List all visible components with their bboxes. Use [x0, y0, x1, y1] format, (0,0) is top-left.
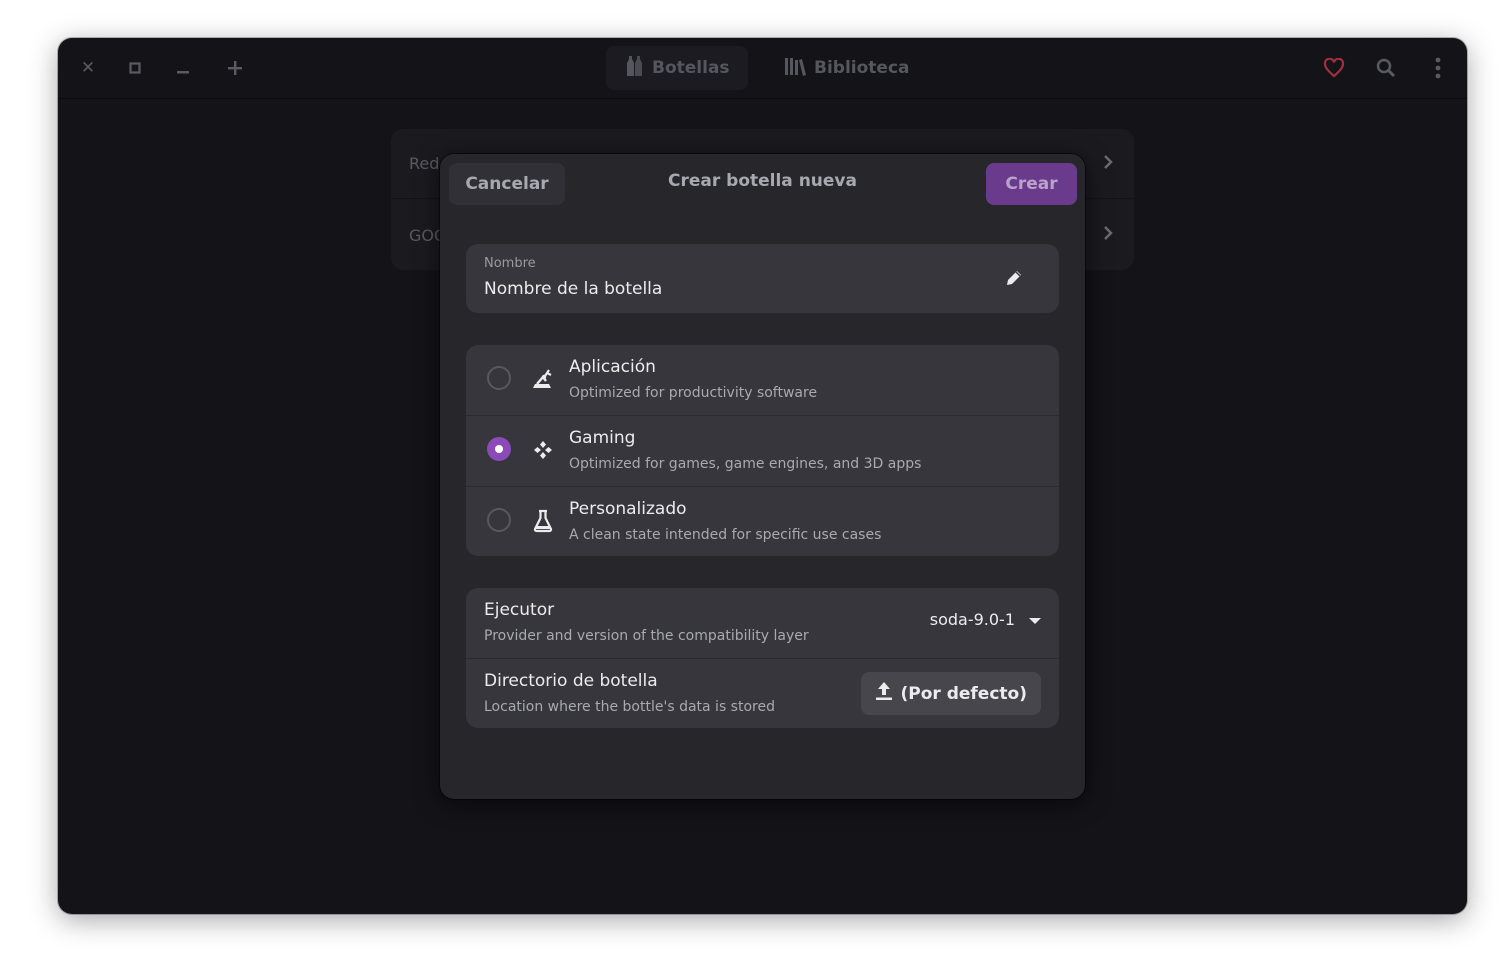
close-icon[interactable]: ✕ [75, 55, 101, 81]
library-icon [784, 56, 806, 81]
gamepad-icon [531, 438, 555, 462]
runner-title: Ejecutor [484, 600, 555, 620]
create-button[interactable]: Crear [986, 163, 1077, 205]
chevron-down-icon [1029, 610, 1041, 629]
option-gaming[interactable]: Gaming Optimized for games, game engines… [466, 415, 1059, 486]
search-icon[interactable] [1372, 54, 1400, 82]
option-title: Aplicación [569, 357, 656, 377]
directory-row: Directorio de botella Location where the… [466, 658, 1059, 728]
option-custom[interactable]: Personalizado A clean state intended for… [466, 486, 1059, 556]
list-item-label: Red [409, 154, 440, 173]
directory-subtitle: Location where the bottle's data is stor… [484, 699, 775, 715]
tab-label: Botellas [652, 58, 730, 78]
directory-button[interactable]: (Por defecto) [860, 672, 1041, 715]
option-title: Personalizado [569, 499, 687, 519]
upload-icon [875, 681, 893, 706]
option-application[interactable]: Aplicación Optimized for productivity so… [466, 345, 1059, 415]
radio-custom[interactable] [487, 508, 511, 532]
runner-dropdown[interactable]: soda-9.0-1 [930, 610, 1041, 629]
flask-icon [531, 509, 555, 533]
option-subtitle: Optimized for games, game engines, and 3… [569, 456, 922, 472]
tab-library[interactable]: Biblioteca [766, 46, 928, 90]
application-icon [531, 367, 555, 391]
directory-title: Directorio de botella [484, 671, 658, 691]
heart-icon[interactable] [1320, 54, 1348, 82]
name-field[interactable]: Nombre Nombre de la botella [466, 244, 1059, 313]
name-field-label: Nombre [484, 256, 536, 271]
radio-application[interactable] [487, 366, 511, 390]
header-bar: ✕ Botellas Biblioteca [58, 38, 1467, 99]
chevron-right-icon [1102, 224, 1114, 246]
maximize-icon[interactable] [122, 55, 148, 81]
option-subtitle: Optimized for productivity software [569, 385, 818, 401]
new-bottle-dialog: Cancelar Crear botella nueva Crear Nombr… [440, 154, 1085, 799]
runner-value: soda-9.0-1 [929, 610, 1015, 629]
bottles-icon [624, 55, 644, 82]
runner-subtitle: Provider and version of the compatibilit… [484, 628, 809, 644]
tab-label: Biblioteca [814, 58, 910, 78]
option-title: Gaming [569, 428, 636, 448]
option-subtitle: A clean state intended for specific use … [569, 527, 882, 543]
minimize-icon[interactable] [170, 55, 196, 81]
edit-icon[interactable] [1005, 269, 1023, 291]
directory-button-label: (Por defecto) [900, 683, 1028, 704]
radio-gaming[interactable] [487, 437, 511, 461]
menu-icon[interactable] [1424, 54, 1452, 82]
name-field-value[interactable]: Nombre de la botella [484, 279, 662, 299]
environment-options: Aplicación Optimized for productivity so… [466, 345, 1059, 556]
settings-card: Ejecutor Provider and version of the com… [466, 588, 1059, 728]
runner-row[interactable]: Ejecutor Provider and version of the com… [466, 588, 1059, 658]
plus-icon[interactable] [222, 55, 248, 81]
chevron-right-icon [1102, 153, 1114, 175]
tab-bottles[interactable]: Botellas [606, 46, 748, 90]
